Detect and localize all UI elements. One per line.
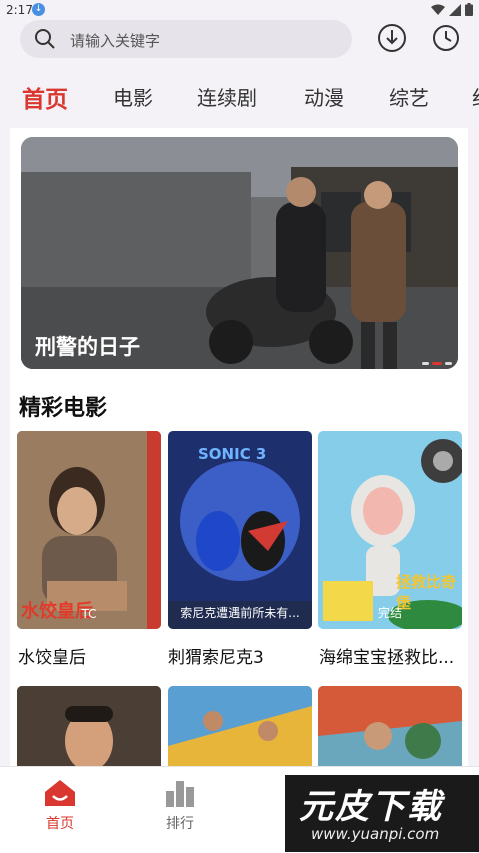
movie-poster[interactable]: SONIC 3 索尼克遭遇前所未有... — [168, 431, 312, 629]
wifi-icon — [431, 4, 445, 15]
banner-dot-active — [432, 362, 442, 365]
poster-image — [168, 686, 312, 776]
banner-title: 刑警的日子 — [35, 335, 140, 359]
download-notification-icon: ↓ — [32, 3, 45, 16]
tab-anime[interactable]: 动漫 — [304, 82, 344, 111]
battery-icon — [465, 3, 473, 16]
tab-documentary[interactable]: 纪 — [472, 82, 479, 111]
movie-poster[interactable] — [168, 686, 312, 776]
watermark-title: 元皮下载 — [299, 787, 443, 827]
history-clock-icon[interactable] — [430, 22, 462, 54]
poster-badge: 完结 — [377, 606, 402, 620]
search-icon — [35, 29, 55, 49]
search-placeholder: 请输入关键字 — [70, 32, 161, 50]
movie-title[interactable]: 水饺皇后 — [18, 643, 166, 668]
movie-title[interactable]: 海绵宝宝拯救比... — [319, 643, 467, 668]
movie-poster[interactable] — [318, 686, 462, 776]
category-tabs: 首页 电影 连续剧 动漫 综艺 纪 — [0, 78, 479, 118]
download-icon[interactable] — [376, 22, 408, 54]
banner-dot — [445, 362, 452, 365]
poster-image — [318, 686, 462, 776]
watermark-url: www.yuanpi.com — [311, 825, 440, 843]
tab-variety[interactable]: 综艺 — [389, 82, 429, 111]
status-icons — [431, 3, 473, 16]
movie-poster[interactable]: 拯救比奇堡 完结 — [318, 431, 462, 629]
banner-pagination — [422, 362, 452, 365]
banner-dot — [422, 362, 429, 365]
nav-ranking[interactable]: 排行 — [140, 779, 220, 833]
poster-image — [17, 686, 161, 776]
search-bar[interactable]: 请输入关键字 — [20, 20, 352, 58]
section-title: 精彩电影 — [19, 396, 108, 421]
poster-title-art: SONIC 3 — [198, 445, 267, 463]
featured-banner[interactable]: 刑警的日子 — [21, 137, 458, 369]
tab-movies[interactable]: 电影 — [113, 82, 153, 111]
poster-badge: TC — [81, 607, 97, 621]
nav-home-label: 首页 — [46, 816, 74, 832]
signal-icon — [449, 3, 461, 16]
tab-home[interactable]: 首页 — [22, 80, 68, 114]
status-time: 2:17 — [6, 3, 33, 17]
movie-poster[interactable] — [17, 686, 161, 776]
tab-series[interactable]: 连续剧 — [197, 82, 257, 111]
poster-badge: 索尼克遭遇前所未有... — [180, 606, 300, 620]
movie-title[interactable]: 刺猬索尼克3 — [168, 643, 316, 668]
home-icon — [45, 780, 75, 806]
nav-ranking-label: 排行 — [166, 816, 194, 832]
movie-poster[interactable]: 水饺皇后 TC — [17, 431, 161, 629]
status-bar: 2:17 ↓ — [0, 0, 479, 20]
nav-home[interactable]: 首页 — [20, 779, 100, 833]
watermark-logo: 元皮下载 www.yuanpi.com — [285, 775, 479, 852]
ranking-icon — [166, 781, 194, 807]
